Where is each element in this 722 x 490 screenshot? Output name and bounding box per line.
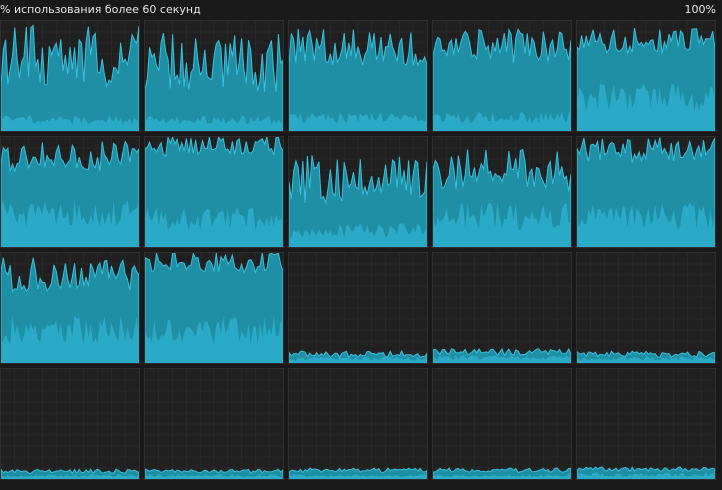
cpu-graph-core-5	[576, 20, 716, 132]
graph-header: % использования более 60 секунд 100%	[0, 0, 722, 20]
max-percent-label: 100%	[684, 3, 716, 16]
cpu-graph-core-19	[432, 368, 572, 480]
cpu-graph-core-16	[0, 368, 140, 480]
cpu-graph-core-1	[0, 20, 140, 132]
cpu-graph-core-12	[144, 252, 284, 364]
cpu-graph-grid	[0, 20, 722, 482]
cpu-graph-core-3	[288, 20, 428, 132]
cpu-graph-core-6	[0, 136, 140, 248]
cpu-graph-core-18	[288, 368, 428, 480]
cpu-graph-core-20	[576, 368, 716, 480]
cpu-graph-core-10	[576, 136, 716, 248]
cpu-graph-core-11	[0, 252, 140, 364]
cpu-graph-core-2	[144, 20, 284, 132]
graph-title: % использования более 60 секунд	[0, 3, 201, 16]
cpu-graph-core-8	[288, 136, 428, 248]
cpu-graph-core-4	[432, 20, 572, 132]
cpu-graph-core-15	[576, 252, 716, 364]
cpu-graph-core-14	[432, 252, 572, 364]
cpu-graph-core-9	[432, 136, 572, 248]
cpu-graph-core-13	[288, 252, 428, 364]
cpu-graph-core-17	[144, 368, 284, 480]
cpu-graph-core-7	[144, 136, 284, 248]
